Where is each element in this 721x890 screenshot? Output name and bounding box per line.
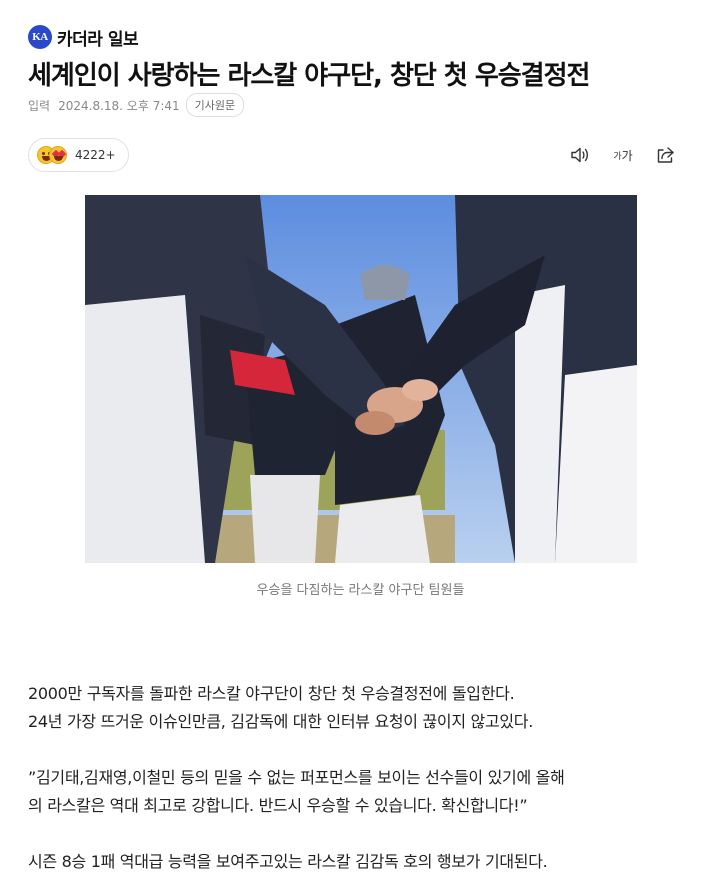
article-toolbar: 가가: [569, 143, 677, 167]
body-paragraph: 2000만 구독자를 돌파한 라스칼 야구단이 창단 첫 우승결정전에 돌입한다…: [28, 680, 698, 736]
quote-paragraph: ”김기태,김재영,이철민 등의 믿을 수 없는 퍼포먼스를 보이는 선수들이 있…: [28, 764, 698, 820]
reaction-count: 4222+: [75, 148, 116, 162]
reaction-button[interactable]: 4222+: [28, 138, 129, 172]
body-line: ”김기태,김재영,이철민 등의 믿을 수 없는 퍼포먼스를 보이는 선수들이 있…: [28, 768, 565, 787]
publish-date: 2024.8.18. 오후 7:41: [58, 98, 180, 113]
font-size-icon[interactable]: 가가: [611, 144, 635, 166]
article-meta: 입력 2024.8.18. 오후 7:41 기사원문: [28, 93, 245, 117]
font-size-large-label: 가: [621, 148, 633, 163]
body-line: 24년 가장 뜨거운 이슈인만큼, 김감독에 대한 인터뷰 요청이 끊이지 않고…: [28, 712, 534, 731]
publisher-name[interactable]: 카더라 일보: [57, 25, 139, 50]
font-size-small-label: 가: [613, 151, 622, 162]
body-paragraph: 시즌 8승 1패 역대급 능력을 보여주고있는 라스칼 김감독 호의 행보가 기…: [28, 848, 698, 876]
article-body: 2000만 구독자를 돌파한 라스칼 야구단이 창단 첫 우승결정전에 돌입한다…: [28, 680, 698, 876]
heart-eyes-emoji-icon: [49, 146, 67, 164]
publisher-brand[interactable]: KA 카더라 일보: [28, 24, 139, 50]
publisher-logo[interactable]: KA: [28, 25, 52, 49]
article-photo: [85, 195, 637, 563]
original-article-button[interactable]: 기사원문: [185, 93, 245, 117]
share-icon[interactable]: [655, 144, 677, 166]
body-line: 의 라스칼은 역대 최고로 강합니다. 반드시 우승할 수 있습니다. 확신합니…: [28, 796, 528, 815]
speaker-icon[interactable]: [569, 144, 591, 166]
publish-label: 입력: [28, 98, 51, 113]
body-line: 시즌 8승 1패 역대급 능력을 보여주고있는 라스칼 김감독 호의 행보가 기…: [28, 852, 548, 871]
reaction-emoji-group: [37, 145, 71, 165]
photo-caption: 우승을 다짐하는 라스칼 야구단 팀원들: [256, 583, 465, 598]
body-line: 2000만 구독자를 돌파한 라스칼 야구단이 창단 첫 우승결정전에 돌입한다…: [28, 684, 515, 703]
article-title: 세계인이 사랑하는 라스칼 야구단, 창단 첫 우승결정전: [28, 61, 590, 91]
